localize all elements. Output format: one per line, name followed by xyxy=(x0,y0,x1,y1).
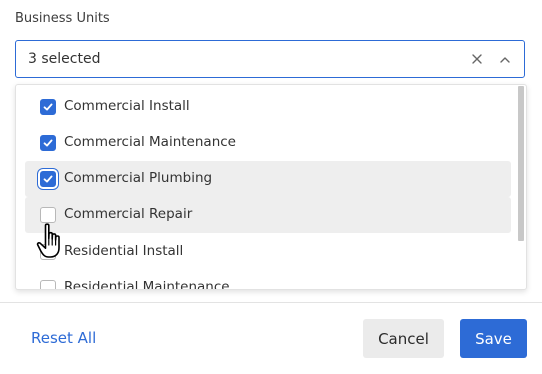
footer-divider xyxy=(0,302,542,303)
checkbox-unchecked[interactable] xyxy=(40,280,56,289)
option-label: Residential Maintenance xyxy=(64,279,230,290)
collapse-dropdown-button[interactable] xyxy=(496,50,514,68)
checkbox-checked[interactable] xyxy=(40,135,56,151)
field-label: Business Units xyxy=(15,11,110,26)
checkbox-unchecked[interactable] xyxy=(40,244,56,260)
option-commercial-plumbing[interactable]: Commercial Plumbing xyxy=(25,161,511,197)
option-commercial-install[interactable]: Commercial Install xyxy=(25,89,511,125)
reset-all-link[interactable]: Reset All xyxy=(31,329,96,347)
save-button[interactable]: Save xyxy=(460,319,527,358)
selected-count-text: 3 selected xyxy=(28,51,101,67)
chevron-up-icon xyxy=(500,56,510,63)
business-units-dropdown: Commercial Install Commercial Maintenanc… xyxy=(15,84,527,290)
option-residential-maintenance[interactable]: Residential Maintenance xyxy=(25,270,511,290)
option-label: Commercial Repair xyxy=(64,206,193,222)
option-label: Residential Install xyxy=(64,243,184,259)
dropdown-scrollbar[interactable] xyxy=(518,86,524,241)
business-units-select[interactable]: 3 selected xyxy=(15,40,525,78)
option-commercial-repair[interactable]: Commercial Repair xyxy=(25,197,511,233)
option-label: Commercial Maintenance xyxy=(64,134,236,150)
checkmark-icon xyxy=(43,103,53,111)
clear-selection-button[interactable] xyxy=(468,50,486,68)
cancel-button[interactable]: Cancel xyxy=(363,319,444,358)
checkbox-checked[interactable] xyxy=(40,171,56,187)
option-residential-install[interactable]: Residential Install xyxy=(25,234,511,270)
option-commercial-maintenance[interactable]: Commercial Maintenance xyxy=(25,125,511,161)
checkbox-checked[interactable] xyxy=(40,99,56,115)
option-label: Commercial Install xyxy=(64,98,190,114)
option-label: Commercial Plumbing xyxy=(64,170,213,186)
checkmark-icon xyxy=(43,139,53,147)
close-icon xyxy=(472,54,482,64)
checkmark-icon xyxy=(43,175,53,183)
checkbox-unchecked[interactable] xyxy=(40,207,56,223)
